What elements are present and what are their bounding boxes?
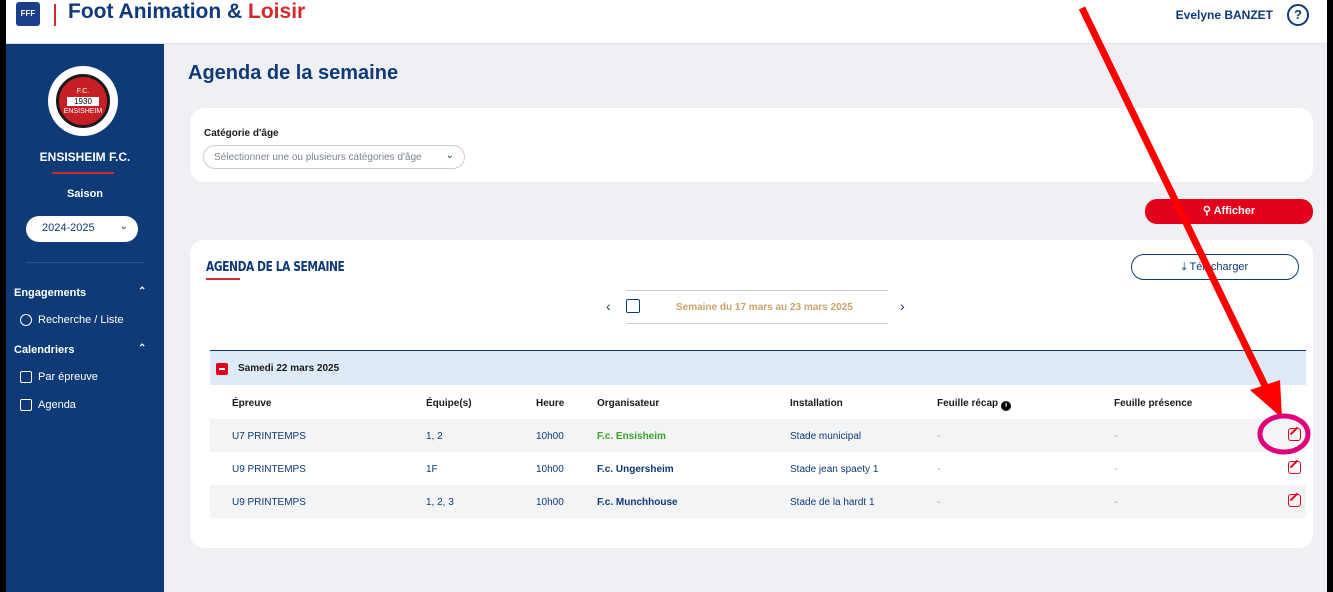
club-name: ENSISHEIM F.C. <box>39 150 131 164</box>
agenda-heading-underline <box>206 278 240 280</box>
user-name[interactable]: Evelyne BANZET <box>1176 8 1273 22</box>
column-header-installation: Installation <box>790 398 843 409</box>
table-row: U7 PRINTEMPS 1, 2 10h00 F.c. Ensisheim S… <box>210 419 1306 452</box>
chevron-right-icon[interactable]: › <box>900 298 905 314</box>
table-row: U9 PRINTEMPS 1F 10h00 F.c. Ungersheim St… <box>210 452 1306 485</box>
column-header-feuille-presence: Feuille présence <box>1114 398 1193 409</box>
column-header-feuille-recap: Feuille récap i <box>937 398 1012 411</box>
cell-feuille-presence: - <box>1114 431 1118 442</box>
app-title: Foot Animation & Loisir <box>68 0 305 24</box>
feuille-recap-label: Feuille récap <box>937 398 999 409</box>
help-icon[interactable]: ? <box>1287 4 1309 26</box>
agenda-heading: AGENDA DE LA SEMAINE <box>206 260 345 275</box>
cell-epreuve: U9 PRINTEMPS <box>232 497 306 508</box>
top-bar: FFF Foot Animation & Loisir Evelyne BANZ… <box>6 0 1327 44</box>
afficher-button-label: Afficher <box>1213 205 1256 217</box>
cell-feuille-recap: - <box>937 464 941 475</box>
cell-organisateur: F.c. Munchhouse <box>597 497 678 508</box>
week-label: Semaine du 17 mars au 23 mars 2025 <box>676 302 853 313</box>
cell-installation: Stade de la hardt 1 <box>790 497 875 508</box>
cell-heure: 10h00 <box>536 464 564 475</box>
saison-value: 2024-2025 <box>42 222 95 234</box>
cell-equipes: 1, 2 <box>426 431 443 442</box>
search-icon: ⚲ <box>1202 205 1211 217</box>
table-row: U9 PRINTEMPS 1, 2, 3 10h00 F.c. Munchhou… <box>210 485 1306 518</box>
sidebar-item-par-epreuve[interactable]: Par épreuve <box>20 371 98 383</box>
collapse-icon[interactable] <box>216 363 228 375</box>
sidebar-item-recherche-label: Recherche / Liste <box>38 314 124 326</box>
app-title-main: Foot Animation & <box>68 0 249 23</box>
cell-epreuve: U7 PRINTEMPS <box>232 431 306 442</box>
calendar-icon <box>20 399 32 411</box>
sidebar-divider <box>26 262 144 263</box>
column-header-heure: Heure <box>536 398 565 409</box>
day-label: Samedi 22 mars 2025 <box>238 363 340 374</box>
calendar-icon <box>626 299 640 313</box>
club-underline <box>52 172 114 174</box>
title-divider <box>54 4 56 26</box>
cell-heure: 10h00 <box>536 431 564 442</box>
week-navigator: ‹ Semaine du 17 mars au 23 mars 2025 › <box>600 290 920 324</box>
download-icon: ⤓ <box>1181 261 1187 273</box>
edit-icon[interactable] <box>1288 461 1301 474</box>
cell-organisateur: F.c. Ungersheim <box>597 464 674 475</box>
nav-section-engagements[interactable]: Engagements ⌃ <box>14 286 146 299</box>
cell-feuille-presence: - <box>1114 497 1118 508</box>
column-header-organisateur: Organisateur <box>597 398 660 409</box>
nav-section-engagements-label: Engagements <box>14 287 87 299</box>
afficher-button[interactable]: ⚲ Afficher <box>1145 199 1313 224</box>
saison-label: Saison <box>66 188 104 200</box>
agenda-card: AGENDA DE LA SEMAINE ⤓ Télécharger ‹ Sem… <box>190 240 1313 548</box>
cell-feuille-recap: - <box>937 497 941 508</box>
nav-section-calendriers[interactable]: Calendriers ⌃ <box>14 343 146 356</box>
club-logo-name: ENSISHEIM <box>63 108 103 115</box>
cell-equipes: 1, 2, 3 <box>426 497 454 508</box>
cell-epreuve: U9 PRINTEMPS <box>232 464 306 475</box>
search-icon <box>20 314 32 326</box>
week-selector[interactable]: Semaine du 17 mars au 23 mars 2025 <box>626 290 888 324</box>
edit-icon[interactable] <box>1288 494 1301 507</box>
sidebar-item-par-epreuve-label: Par épreuve <box>38 371 98 383</box>
app-title-accent: Loisir <box>248 0 306 23</box>
club-logo-year: 1930 <box>67 97 99 106</box>
cell-installation: Stade jean spaety 1 <box>790 464 879 475</box>
cell-heure: 10h00 <box>536 497 564 508</box>
sidebar-item-agenda[interactable]: Agenda <box>20 399 76 411</box>
cell-feuille-recap: - <box>937 431 941 442</box>
chevron-down-icon: ⌄ <box>119 221 128 232</box>
day-header: Samedi 22 mars 2025 <box>210 350 1306 385</box>
sidebar-item-recherche[interactable]: Recherche / Liste <box>20 314 124 326</box>
column-header-equipes: Équipe(s) <box>426 398 472 409</box>
telecharger-button-label: Télécharger <box>1189 261 1249 273</box>
cell-feuille-presence: - <box>1114 464 1118 475</box>
age-category-select[interactable]: Sélectionner une ou plusieurs catégories… <box>203 145 465 169</box>
chevron-up-icon: ⌃ <box>138 286 147 297</box>
chevron-down-icon: ⌄ <box>445 150 454 161</box>
saison-select[interactable]: 2024-2025 ⌄ <box>26 216 138 242</box>
club-logo: F.C. 1930 ENSISHEIM <box>48 66 118 136</box>
chevron-left-icon[interactable]: ‹ <box>606 298 611 314</box>
page-title: Agenda de la semaine <box>188 62 399 84</box>
sidebar-item-agenda-label: Agenda <box>38 399 76 411</box>
app-window: FFF Foot Animation & Loisir Evelyne BANZ… <box>6 0 1327 592</box>
chevron-up-icon: ⌃ <box>138 343 147 354</box>
column-header-epreuve: Épreuve <box>232 398 272 409</box>
fff-logo: FFF <box>16 2 40 26</box>
sidebar: F.C. 1930 ENSISHEIM ENSISHEIM F.C. Saiso… <box>6 44 164 592</box>
edit-icon[interactable] <box>1288 428 1301 441</box>
telecharger-button[interactable]: ⤓ Télécharger <box>1131 254 1299 280</box>
club-logo-fc: F.C. <box>76 88 90 95</box>
nav-section-calendriers-label: Calendriers <box>14 344 75 356</box>
info-icon[interactable]: i <box>1001 401 1012 411</box>
filter-card: Catégorie d'âge Sélectionner une ou plus… <box>190 108 1313 182</box>
age-category-label: Catégorie d'âge <box>204 128 279 139</box>
cell-equipes: 1F <box>426 464 438 475</box>
age-category-placeholder: Sélectionner une ou plusieurs catégories… <box>214 152 422 163</box>
calendar-list-icon <box>20 371 32 383</box>
cell-organisateur: F.c. Ensisheim <box>597 431 666 442</box>
cell-installation: Stade municipal <box>790 431 862 442</box>
